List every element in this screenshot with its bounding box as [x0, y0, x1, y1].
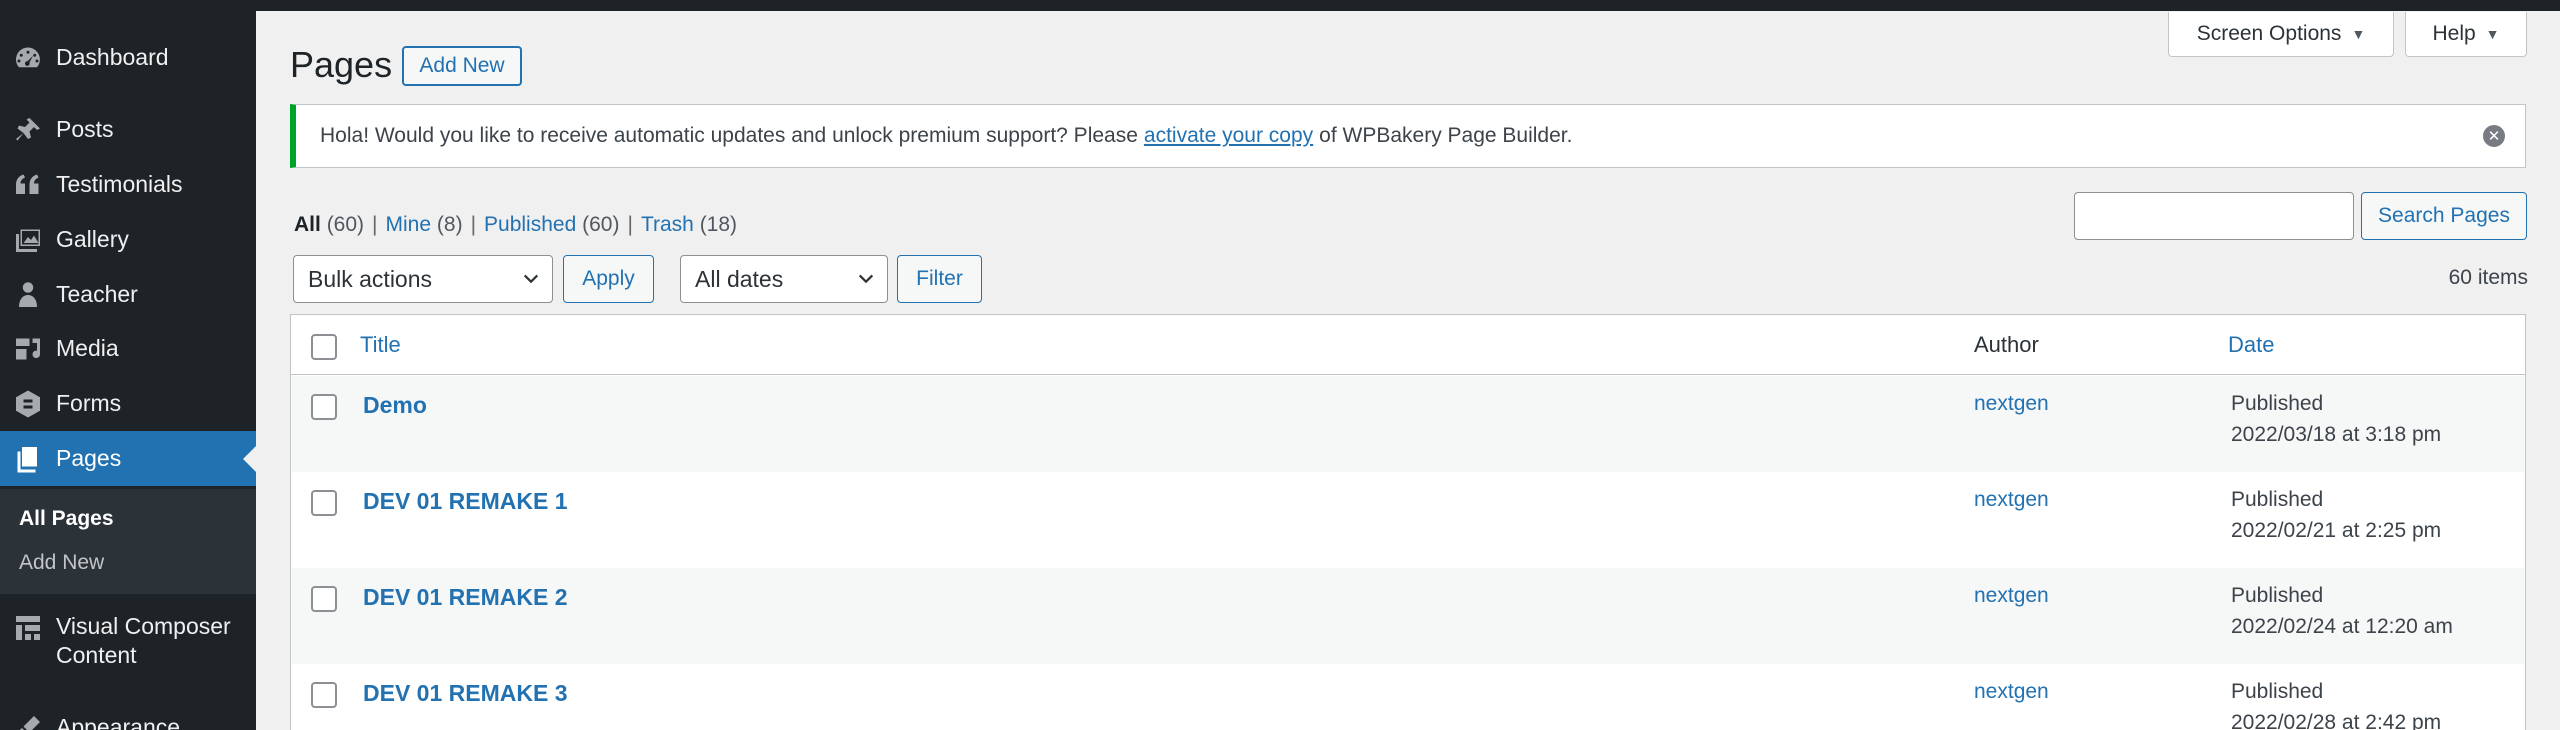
forms-icon	[0, 376, 56, 431]
row-checkbox[interactable]	[311, 586, 337, 612]
sidebar-item-label: Posts	[56, 116, 114, 142]
wpbakery-notice: Hola! Would you like to receive automati…	[290, 104, 2526, 168]
admin-bar	[0, 0, 2560, 11]
row-date: 2022/02/21 at 2:25 pm	[2231, 519, 2442, 542]
row-date: 2022/02/28 at 2:42 pm	[2231, 711, 2442, 730]
screen-options-button[interactable]: Screen Options ▼	[2168, 12, 2394, 57]
search-input[interactable]	[2074, 192, 2354, 240]
row-status: Published	[2231, 488, 2324, 511]
dates-value: All dates	[695, 265, 784, 292]
person-icon	[0, 267, 56, 322]
admin-sidebar: Dashboard Posts Testimonials Gallery Tea…	[0, 0, 256, 730]
sidebar-item-label: Visual Composer	[56, 613, 231, 639]
notice-text-after: of WPBakery Page Builder.	[1319, 124, 1573, 147]
pages-table: Title Author Date Demo nextgen Published…	[290, 314, 2526, 730]
filter-all[interactable]: All (60)	[294, 213, 364, 237]
column-title[interactable]: Title	[360, 332, 401, 358]
row-title-link[interactable]: DEV 01 REMAKE 3	[363, 680, 568, 707]
add-new-button[interactable]: Add New	[402, 46, 522, 86]
sidebar-item-label: Gallery	[56, 226, 129, 252]
filter-separator: |	[470, 213, 477, 236]
notice-text-before: Hola! Would you like to receive automati…	[320, 124, 1138, 147]
search-pages-button[interactable]: Search Pages	[2361, 192, 2527, 240]
pin-icon	[0, 102, 56, 157]
quote-icon	[0, 157, 56, 212]
sidebar-item-pages[interactable]: Pages	[0, 431, 256, 486]
sidebar-item-forms[interactable]: Forms	[0, 376, 256, 431]
row-status: Published	[2231, 680, 2324, 703]
row-status: Published	[2231, 584, 2324, 607]
filter-published[interactable]: Published (60)	[484, 213, 619, 237]
chevron-down-icon	[523, 274, 539, 284]
images-icon	[0, 212, 56, 267]
row-checkbox[interactable]	[311, 394, 337, 420]
sidebar-item-label: Dashboard	[56, 44, 169, 70]
apply-button[interactable]: Apply	[563, 255, 654, 303]
row-checkbox[interactable]	[311, 682, 337, 708]
table-row: DEV 01 REMAKE 2 nextgen Published 2022/0…	[291, 568, 2525, 664]
sidebar-item-appearance[interactable]: Appearance	[0, 700, 256, 730]
sidebar-item-label: Media	[56, 335, 119, 361]
items-count: 60 items	[2448, 266, 2528, 289]
table-row: DEV 01 REMAKE 3 nextgen Published 2022/0…	[291, 664, 2525, 730]
sidebar-item-label: Forms	[56, 390, 122, 416]
table-header: Title Author Date	[291, 315, 2525, 375]
column-date[interactable]: Date	[2228, 332, 2274, 358]
sidebar-item-teacher[interactable]: Teacher	[0, 267, 256, 322]
row-title-link[interactable]: DEV 01 REMAKE 2	[363, 584, 568, 611]
media-icon	[0, 321, 56, 376]
screen-options-label: Screen Options	[2196, 22, 2342, 45]
table-row: DEV 01 REMAKE 1 nextgen Published 2022/0…	[291, 472, 2525, 568]
sidebar-item-gallery[interactable]: Gallery	[0, 212, 256, 267]
filter-separator: |	[372, 213, 378, 236]
filter-button[interactable]: Filter	[897, 255, 982, 303]
page-title: Pages	[290, 44, 393, 85]
sidebar-item-dashboard[interactable]: Dashboard	[0, 30, 256, 85]
sidebar-item-visual-composer[interactable]: Visual Composer Content	[0, 608, 256, 678]
row-title-link[interactable]: DEV 01 REMAKE 1	[363, 488, 568, 515]
sidebar-item-label: Testimonials	[56, 171, 183, 197]
filter-trash[interactable]: Trash (18)	[641, 213, 737, 237]
row-date: 2022/02/24 at 12:20 am	[2231, 615, 2453, 638]
row-author-link[interactable]: nextgen	[1974, 584, 2049, 608]
submenu-all-pages[interactable]: All Pages	[19, 507, 114, 531]
row-author-link[interactable]: nextgen	[1974, 392, 2049, 416]
submenu-add-new[interactable]: Add New	[19, 551, 104, 575]
sidebar-item-posts[interactable]: Posts	[0, 102, 256, 157]
dates-select[interactable]: All dates	[680, 255, 888, 303]
activate-link[interactable]: activate your copy	[1144, 124, 1313, 148]
status-filters: All (60) | Mine (8) | Published (60) | T…	[294, 213, 737, 237]
sidebar-item-testimonials[interactable]: Testimonials	[0, 157, 256, 212]
table-row: Demo nextgen Published 2022/03/18 at 3:1…	[291, 376, 2525, 472]
sidebar-item-label: Pages	[56, 445, 122, 471]
row-title-link[interactable]: Demo	[363, 392, 427, 419]
sidebar-item-label: Teacher	[56, 281, 138, 307]
filter-mine[interactable]: Mine (8)	[386, 213, 463, 237]
dismiss-icon[interactable]: ✕	[2483, 125, 2505, 147]
help-label: Help	[2432, 22, 2476, 45]
filter-separator: |	[627, 213, 633, 236]
pages-submenu: All Pages Add New	[0, 489, 256, 594]
row-date: 2022/03/18 at 3:18 pm	[2231, 423, 2442, 446]
row-author-link[interactable]: nextgen	[1974, 488, 2049, 512]
pages-icon	[0, 431, 56, 486]
bulk-actions-value: Bulk actions	[308, 265, 433, 292]
bulk-actions-select[interactable]: Bulk actions	[293, 255, 553, 303]
caret-down-icon: ▼	[2485, 26, 2500, 42]
caret-down-icon: ▼	[2351, 26, 2366, 42]
row-author-link[interactable]: nextgen	[1974, 680, 2049, 704]
brush-icon	[0, 700, 56, 730]
column-author: Author	[1974, 332, 2039, 357]
select-all-checkbox[interactable]	[311, 334, 337, 360]
grid-icon	[0, 608, 56, 648]
sidebar-item-label: Appearance	[56, 714, 181, 730]
dashboard-icon	[0, 30, 56, 85]
row-checkbox[interactable]	[311, 490, 337, 516]
sidebar-item-label-line2: Content	[56, 642, 137, 668]
sidebar-item-media[interactable]: Media	[0, 321, 256, 376]
row-status: Published	[2231, 392, 2324, 415]
help-button[interactable]: Help ▼	[2405, 12, 2527, 57]
chevron-down-icon	[858, 274, 874, 284]
